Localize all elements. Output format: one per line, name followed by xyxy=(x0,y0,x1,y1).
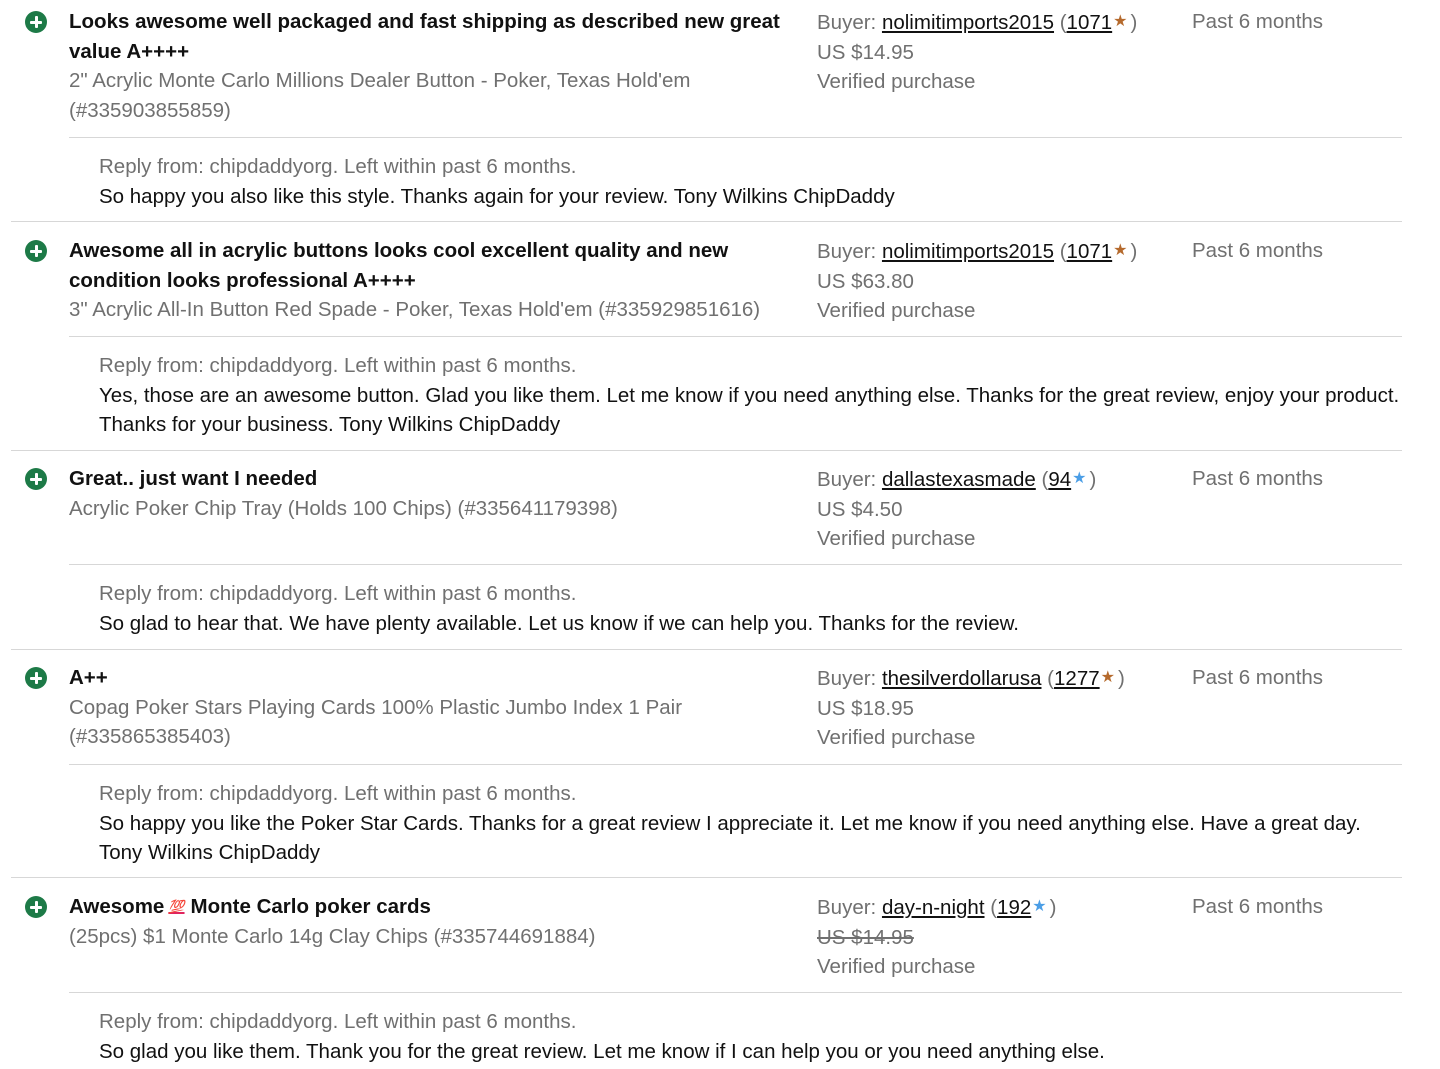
buyer-info: Buyer: thesilverdollarusa (1277★) US $18… xyxy=(817,663,1177,753)
comment-text: Awesome xyxy=(69,895,165,918)
feedback-time: Past 6 months xyxy=(1192,895,1324,918)
item-price: US $18.95 xyxy=(817,696,914,720)
reply-header: Reply from: chipdaddyorg. Left within pa… xyxy=(99,582,577,605)
verified-purchase: Verified purchase xyxy=(817,955,976,978)
feedback-main: A++ Copag Poker Stars Playing Cards 100%… xyxy=(69,663,789,752)
feedback-score-link[interactable]: 1071 xyxy=(1067,240,1113,263)
feedback-comment: Looks awesome well packaged and fast shi… xyxy=(69,10,780,63)
feedback-comment: A++ xyxy=(69,666,108,689)
buyer-link[interactable]: dallastexasmade xyxy=(882,468,1036,491)
item-title: Acrylic Poker Chip Tray (Holds 100 Chips… xyxy=(69,496,618,520)
buyer-line: Buyer: day-n-night (192★) xyxy=(817,896,1057,919)
hundred-points-icon: 💯 xyxy=(168,899,185,914)
buyer-label: Buyer: xyxy=(817,240,877,263)
feedback-comment: Awesome all in acrylic buttons looks coo… xyxy=(69,239,729,292)
star-icon: ★ xyxy=(1032,898,1047,915)
buyer-link[interactable]: nolimitimports2015 xyxy=(882,11,1054,34)
feedback-main: Great.. just want I needed Acrylic Poker… xyxy=(69,464,789,523)
reply-header: Reply from: chipdaddyorg. Left within pa… xyxy=(99,1010,577,1033)
feedback-time: Past 6 months xyxy=(1192,666,1324,689)
seller-reply: Reply from: chipdaddyorg. Left within pa… xyxy=(69,764,1402,868)
reply-text: So happy you also like this style. Thank… xyxy=(99,184,895,208)
buyer-label: Buyer: xyxy=(817,667,877,690)
item-title: 3" Acrylic All-In Button Red Spade - Pok… xyxy=(69,298,761,321)
item-title: Copag Poker Stars Playing Cards 100% Pla… xyxy=(69,695,683,749)
seller-reply: Reply from: chipdaddyorg. Left within pa… xyxy=(69,336,1402,440)
feedback-entry: Awesome 💯 Monte Carlo poker cards (25pcs) … xyxy=(11,885,1402,1069)
reply-header: Reply from: chipdaddyorg. Left within pa… xyxy=(99,354,577,377)
buyer-label: Buyer: xyxy=(817,896,877,919)
feedback-entry: A++ Copag Poker Stars Playing Cards 100%… xyxy=(11,656,1402,878)
buyer-info: Buyer: nolimitimports2015 (1071★) US $63… xyxy=(817,236,1177,326)
star-icon: ★ xyxy=(1072,470,1087,487)
item-price: US $14.95 xyxy=(817,40,914,64)
feedback-main: Awesome 💯 Monte Carlo poker cards (25pcs) … xyxy=(69,892,789,951)
buyer-info: Buyer: nolimitimports2015 (1071★) US $14… xyxy=(817,7,1177,97)
verified-purchase: Verified purchase xyxy=(817,726,976,749)
star-icon: ★ xyxy=(1113,242,1128,259)
feedback-score-link[interactable]: 192 xyxy=(997,896,1031,919)
feedback-entry: Awesome all in acrylic buttons looks coo… xyxy=(11,229,1402,451)
verified-purchase: Verified purchase xyxy=(817,70,976,93)
feedback-time: Past 6 months xyxy=(1192,10,1324,33)
buyer-line: Buyer: thesilverdollarusa (1277★) xyxy=(817,667,1125,690)
item-title: 2" Acrylic Monte Carlo Millions Dealer B… xyxy=(69,69,691,122)
feedback-comment: Great.. just want I needed xyxy=(69,467,318,490)
buyer-line: Buyer: nolimitimports2015 (1071★) xyxy=(817,11,1138,34)
buyer-info: Buyer: dallastexasmade (94★) US $4.50 Ve… xyxy=(817,464,1177,554)
feedback-time: Past 6 months xyxy=(1192,239,1324,262)
star-icon: ★ xyxy=(1100,669,1115,686)
positive-rating-icon xyxy=(25,896,47,918)
verified-purchase: Verified purchase xyxy=(817,299,976,322)
feedback-score-link[interactable]: 1277 xyxy=(1054,667,1100,690)
buyer-link[interactable]: nolimitimports2015 xyxy=(882,240,1054,263)
seller-reply: Reply from: chipdaddyorg. Left within pa… xyxy=(69,992,1402,1066)
feedback-entry: Looks awesome well packaged and fast shi… xyxy=(11,0,1402,222)
buyer-link[interactable]: day-n-night xyxy=(882,896,985,919)
reply-header: Reply from: chipdaddyorg. Left within pa… xyxy=(99,155,577,178)
feedback-score-link[interactable]: 1071 xyxy=(1067,11,1113,34)
item-price: US $63.80 xyxy=(817,269,914,293)
feedback-entry: Great.. just want I needed Acrylic Poker… xyxy=(11,457,1402,650)
feedback-time: Past 6 months xyxy=(1192,467,1324,490)
buyer-line: Buyer: dallastexasmade (94★) xyxy=(817,468,1097,491)
buyer-line: Buyer: nolimitimports2015 (1071★) xyxy=(817,240,1138,263)
positive-rating-icon xyxy=(25,468,47,490)
seller-reply: Reply from: chipdaddyorg. Left within pa… xyxy=(69,137,1402,211)
reply-text: Yes, those are an awesome button. Glad y… xyxy=(99,383,1400,437)
feedback-main: Awesome all in acrylic buttons looks coo… xyxy=(69,236,789,325)
buyer-label: Buyer: xyxy=(817,468,877,491)
positive-rating-icon xyxy=(25,667,47,689)
feedback-comment: Awesome 💯 Monte Carlo poker cards xyxy=(69,892,789,922)
buyer-label: Buyer: xyxy=(817,11,877,34)
reply-text: So glad to hear that. We have plenty ava… xyxy=(99,611,1020,635)
item-title: (25pcs) $1 Monte Carlo 14g Clay Chips (#… xyxy=(69,924,596,948)
seller-reply: Reply from: chipdaddyorg. Left within pa… xyxy=(69,564,1402,638)
feedback-score-link[interactable]: 94 xyxy=(1048,468,1071,491)
item-price: US $14.95 xyxy=(817,925,914,949)
buyer-link[interactable]: thesilverdollarusa xyxy=(882,667,1042,690)
verified-purchase: Verified purchase xyxy=(817,527,976,550)
reply-text: So happy you like the Poker Star Cards. … xyxy=(99,811,1361,865)
reply-header: Reply from: chipdaddyorg. Left within pa… xyxy=(99,782,577,805)
positive-rating-icon xyxy=(25,240,47,262)
comment-text: Monte Carlo poker cards xyxy=(190,895,431,918)
positive-rating-icon xyxy=(25,11,47,33)
item-price: US $4.50 xyxy=(817,497,903,521)
feedback-main: Looks awesome well packaged and fast shi… xyxy=(69,7,789,125)
star-icon: ★ xyxy=(1113,13,1128,30)
reply-text: So glad you like them. Thank you for the… xyxy=(99,1039,1105,1063)
buyer-info: Buyer: day-n-night (192★) US $14.95 Veri… xyxy=(817,892,1177,982)
